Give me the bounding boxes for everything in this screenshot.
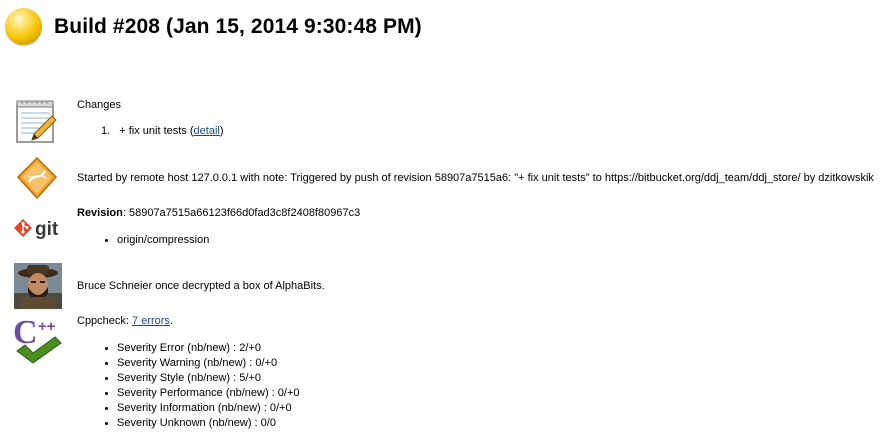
changes-list: 1. + fix unit tests (detail) [101,125,224,138]
changes-heading: Changes [77,99,122,111]
remote-trigger-icon [16,156,58,203]
fact-text: Bruce Schneier once decrypted a box of A… [77,280,325,292]
avatar [14,263,62,312]
git-logo-text: git [35,219,59,240]
paren-close: ) [219,125,224,137]
revision-line: Revision: 58907a7515a66123f66d0fad3c8f24… [77,207,360,219]
severity-unknown: Severity Unknown (nb/new) : 0/0 [117,416,300,431]
change-message: + fix unit tests [119,125,187,137]
build-cause-text: Started by remote host 127.0.0.1 with no… [77,172,874,184]
cppcheck-icon: C ++ [13,314,63,366]
revision-label: Revision [77,207,123,219]
revision-hash: : 58907a7515a66123f66d0fad3c8f2408f80967… [122,207,361,219]
severity-warning: Severity Warning (nb/new) : 0/+0 [117,356,300,371]
cppcheck-suffix: . [169,315,173,327]
cppcheck-errors-link[interactable]: 7 errors [132,315,170,327]
list-item: origin/compression [117,234,209,246]
build-header: Build #208 (Jan 15, 2014 9:30:48 PM) [5,8,422,45]
page-title: Build #208 (Jan 15, 2014 9:30:48 PM) [54,14,422,38]
change-detail-link[interactable]: detail [194,125,220,137]
list-item: 1. + fix unit tests (detail) [101,125,224,138]
cppcheck-label: Cppcheck: [77,315,133,327]
notepad-icon [14,98,58,147]
git-logo-icon: git [13,218,65,245]
severity-performance: Severity Performance (nb/new) : 0/+0 [117,386,300,401]
severity-error: Severity Error (nb/new) : 2/+0 [117,341,300,356]
svg-text:++: ++ [38,318,56,335]
cppcheck-summary: Cppcheck: 7 errors. [77,315,173,327]
severity-information: Severity Information (nb/new) : 0/+0 [117,401,300,416]
severity-style: Severity Style (nb/new) : 5/+0 [117,371,300,386]
branch-list: origin/compression [117,234,209,246]
severity-list: Severity Error (nb/new) : 2/+0 Severity … [117,341,300,431]
change-number: 1. [101,125,111,137]
build-status-ball-icon [5,8,42,45]
